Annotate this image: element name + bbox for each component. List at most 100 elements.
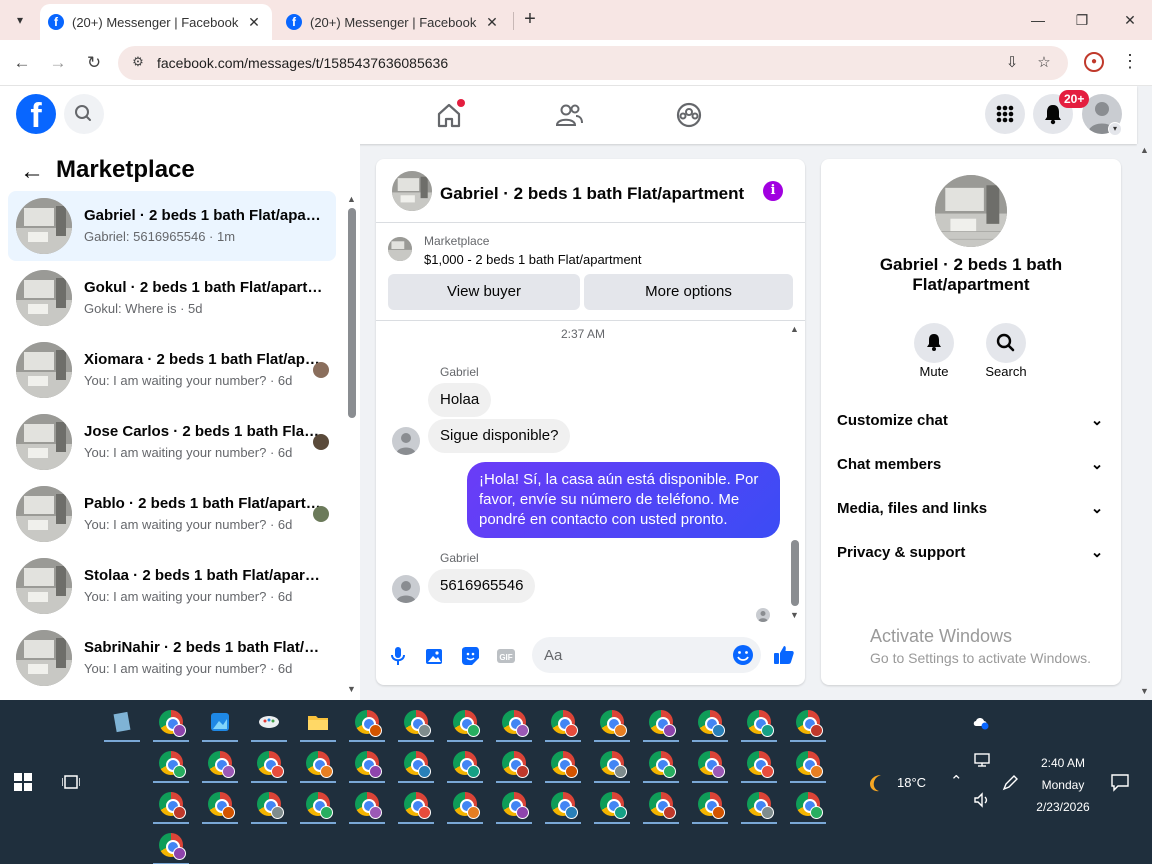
listing-price-title[interactable]: $1,000 - 2 beds 1 bath Flat/apartment [424,252,642,267]
network-icon[interactable] [973,752,991,768]
file-explorer-icon[interactable] [298,702,338,742]
back-arrow-icon[interactable]: ← [20,158,44,186]
chrome-profile-icon[interactable] [494,784,534,824]
chrome-profile-icon[interactable] [788,702,828,742]
windows-start-icon[interactable] [14,773,32,791]
mute-button[interactable] [914,323,954,363]
new-tab-button[interactable]: + [518,8,542,32]
emoji-icon[interactable] [732,644,754,666]
chrome-profile-icon[interactable] [200,743,240,783]
site-info-icon[interactable]: ⚙ [128,54,148,72]
chrome-profile-icon[interactable] [690,784,730,824]
chrome-profile-icon[interactable] [592,743,632,783]
chrome-profile-icon[interactable] [641,784,681,824]
install-app-icon[interactable]: ⇩ [1002,53,1022,73]
photo-icon[interactable] [423,645,445,667]
pen-icon[interactable] [1001,774,1019,792]
sender-avatar[interactable] [392,575,420,603]
chrome-profile-icon[interactable] [151,784,191,824]
conversation-list-scrollbar[interactable] [348,208,356,418]
menu-grid-button[interactable] [985,94,1025,134]
more-options-button[interactable]: More options [584,274,793,310]
chrome-profile-icon[interactable] [641,702,681,742]
thumbs-up-icon[interactable] [772,643,796,667]
facebook-search-button[interactable] [64,94,104,134]
volume-icon[interactable] [973,792,991,808]
close-tab-icon[interactable]: ✕ [242,14,266,31]
incoming-message[interactable]: 5616965546 [428,569,536,603]
account-chevron-icon[interactable]: ▾ [1108,122,1122,136]
close-window-icon[interactable]: ✕ [1116,8,1144,32]
chrome-profile-icon[interactable] [347,784,387,824]
conversation-row[interactable]: Xiomara · 2 beds 1 bath Flat/apartment Yo… [8,335,336,405]
microphone-icon[interactable] [387,645,409,667]
chrome-profile-icon[interactable] [592,784,632,824]
bookmark-star-icon[interactable]: ☆ [1034,53,1054,73]
chrome-profile-icon[interactable] [347,702,387,742]
chrome-profile-icon[interactable] [543,702,583,742]
friends-icon[interactable] [554,100,584,130]
browser-tab-active[interactable]: f (20+) Messenger | Facebook ✕ [40,4,272,40]
chrome-profile-icon[interactable] [788,784,828,824]
notebook-app-icon[interactable] [102,702,142,742]
chrome-profile-icon[interactable] [396,743,436,783]
chrome-profile-icon[interactable] [641,743,681,783]
conversation-row[interactable]: Gabriel · 2 beds 1 bath Flat/apartment Ga… [8,191,336,261]
conversation-row[interactable]: SabriNahir · 2 beds 1 bath Flat/apartmen… [8,623,336,693]
view-buyer-button[interactable]: View buyer [388,274,580,310]
chat-scrollbar[interactable] [791,540,799,606]
chrome-profile-icon[interactable] [200,784,240,824]
scroll-down-icon[interactable]: ▼ [347,684,356,694]
chrome-profile-icon[interactable] [396,784,436,824]
incoming-message[interactable]: Holaa [428,383,492,417]
chat-members-row[interactable]: Chat members ⌄ [837,447,1107,483]
privacy-support-row[interactable]: Privacy & support ⌄ [837,535,1107,571]
gif-icon[interactable]: GIF [495,645,517,667]
chrome-profile-icon[interactable] [298,743,338,783]
chrome-profile-icon[interactable] [445,743,485,783]
address-bar[interactable]: ⚙ facebook.com/messages/t/15854376360856… [118,46,1068,80]
forward-arrow-icon[interactable]: → [46,51,70,75]
scroll-down-icon[interactable]: ▼ [790,610,799,620]
conversation-row[interactable]: Jose Carlos · 2 beds 1 bath Flat/apartme… [8,407,336,477]
paint-app-icon[interactable] [249,702,289,742]
listing-thumbnail[interactable] [392,171,432,211]
show-hidden-icons-chevron-icon[interactable]: ⌃ [950,772,963,790]
weather-temperature[interactable]: 18°C [897,775,926,790]
restore-icon[interactable]: ❐ [1068,8,1096,32]
close-tab-icon[interactable]: ✕ [480,14,504,31]
moon-weather-icon[interactable] [866,772,888,794]
browser-tab[interactable]: f (20+) Messenger | Facebook ✕ [278,4,510,40]
chrome-profile-icon[interactable] [494,743,534,783]
message-input[interactable]: Aa [532,637,761,673]
outgoing-message[interactable]: ¡Hola! Sí, la casa aún está disponible. … [467,462,780,538]
scroll-down-icon[interactable]: ▼ [1140,686,1149,696]
info-icon[interactable]: i [763,181,783,201]
reload-icon[interactable]: ↻ [82,51,106,75]
conversation-row[interactable]: Stolaa · 2 beds 1 bath Flat/apartment You… [8,551,336,621]
chrome-profile-icon[interactable] [347,743,387,783]
cloud-onedrive-icon[interactable] [972,714,990,730]
chrome-profile-icon[interactable] [739,784,779,824]
tab-search-chevron-icon[interactable]: ▾ [8,8,32,32]
conversation-row[interactable]: Gokul · 2 beds 1 bath Flat/apartment Goku… [8,263,336,333]
minimize-icon[interactable]: — [1024,8,1052,32]
browser-menu-icon[interactable]: ⋮ [1120,51,1140,75]
incoming-message[interactable]: Sigue disponible? [428,419,571,453]
chrome-profile-icon[interactable] [739,743,779,783]
chrome-profile-icon[interactable] [249,784,289,824]
chrome-profile-icon[interactable] [151,702,191,742]
scroll-up-icon[interactable]: ▲ [790,324,799,334]
chrome-profile-icon[interactable] [543,784,583,824]
profile-icon[interactable]: ● [1084,52,1104,72]
chrome-profile-icon[interactable] [298,784,338,824]
customize-chat-row[interactable]: Customize chat ⌄ [837,403,1107,439]
chrome-profile-icon[interactable] [445,784,485,824]
chrome-profile-icon[interactable] [543,743,583,783]
conversation-row[interactable]: Pablo · 2 beds 1 bath Flat/apartment You:… [8,479,336,549]
facebook-logo-icon[interactable]: f [16,94,56,135]
chrome-profile-icon[interactable] [151,743,191,783]
chrome-profile-icon[interactable] [739,702,779,742]
chrome-profile-icon[interactable] [396,702,436,742]
back-arrow-icon[interactable]: ← [10,51,34,75]
